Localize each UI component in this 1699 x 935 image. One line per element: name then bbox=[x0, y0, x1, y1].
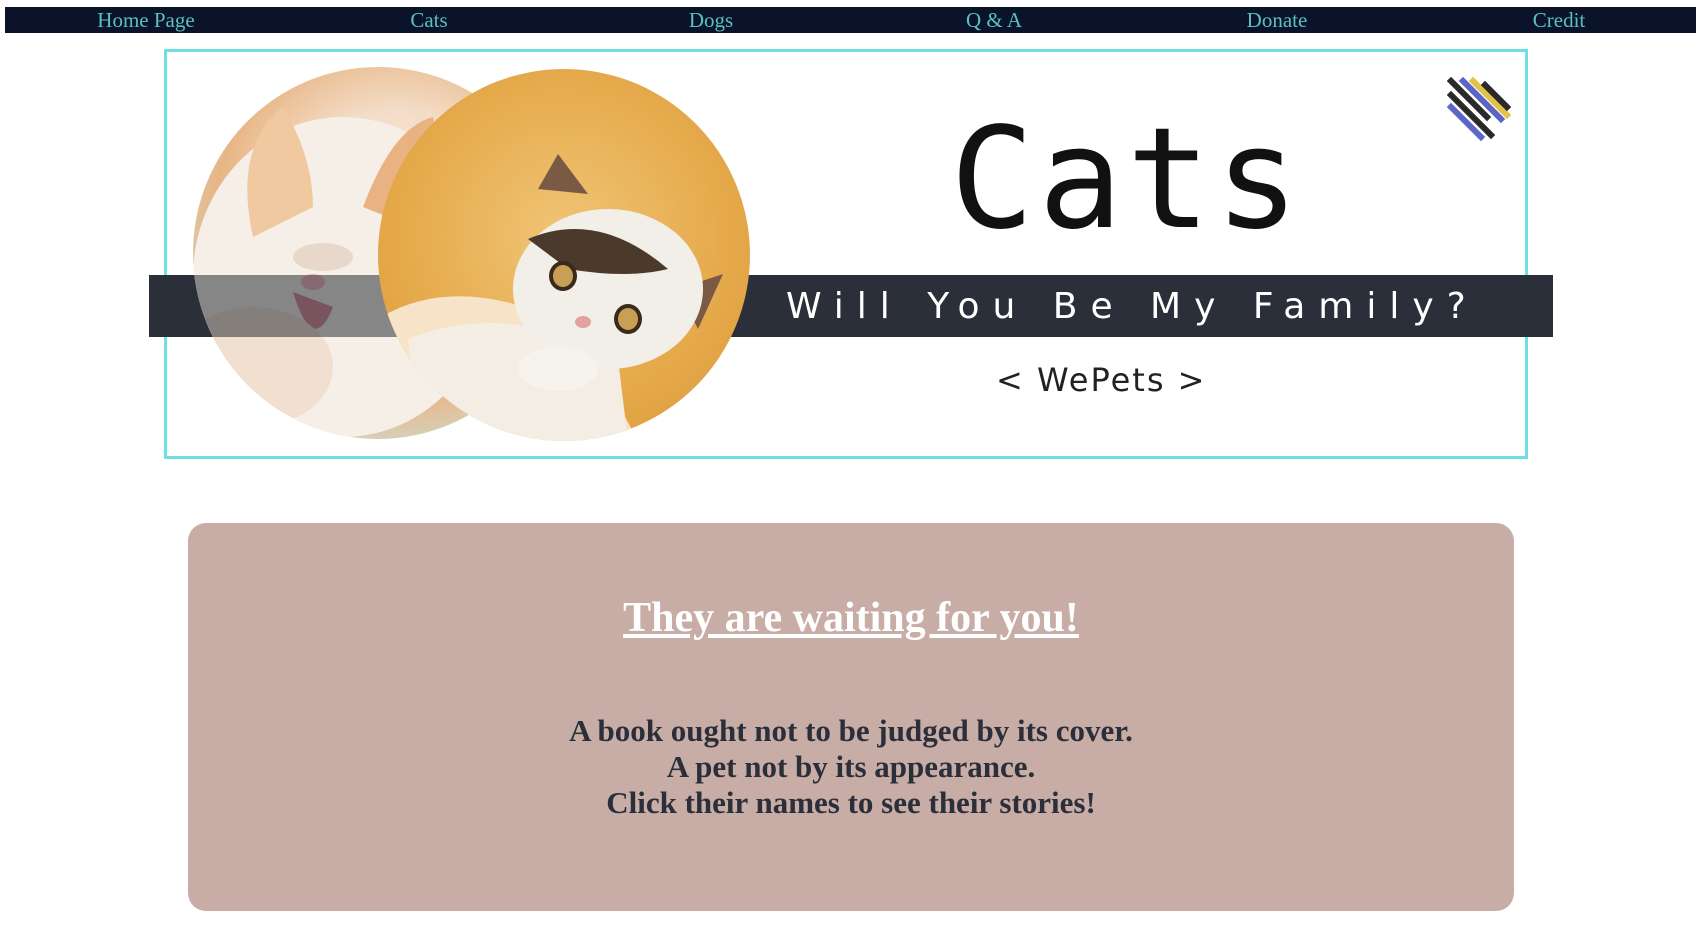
card-message: A book ought not to be judged by its cov… bbox=[188, 713, 1514, 821]
nav-link-credit[interactable]: Credit bbox=[1533, 7, 1586, 33]
nav-link-home[interactable]: Home Page bbox=[97, 7, 194, 33]
hamburger-menu-icon[interactable] bbox=[1446, 76, 1512, 142]
page-title: Cats bbox=[950, 98, 1304, 261]
nav-link-qa[interactable]: Q & A bbox=[966, 7, 1022, 33]
card-line-1: A book ought not to be judged by its cov… bbox=[569, 713, 1133, 748]
card-heading: They are waiting for you! bbox=[623, 595, 1079, 641]
card-line-3: Click their names to see their stories! bbox=[606, 785, 1096, 820]
intro-card: They are waiting for you! A book ought n… bbox=[188, 523, 1514, 911]
nav-link-cats[interactable]: Cats bbox=[410, 7, 447, 33]
cat-photo-kitten bbox=[378, 69, 750, 441]
nav-link-donate[interactable]: Donate bbox=[1247, 7, 1308, 33]
card-line-2: A pet not by its appearance. bbox=[666, 749, 1036, 784]
top-nav: Home Page Cats Dogs Q & A Donate Credit bbox=[5, 7, 1696, 33]
banner-tagline: Will You Be My Family? bbox=[786, 286, 1479, 327]
nav-link-dogs[interactable]: Dogs bbox=[689, 7, 733, 33]
brand-name: < WePets > bbox=[996, 361, 1207, 399]
kitten-illustration bbox=[378, 154, 723, 441]
